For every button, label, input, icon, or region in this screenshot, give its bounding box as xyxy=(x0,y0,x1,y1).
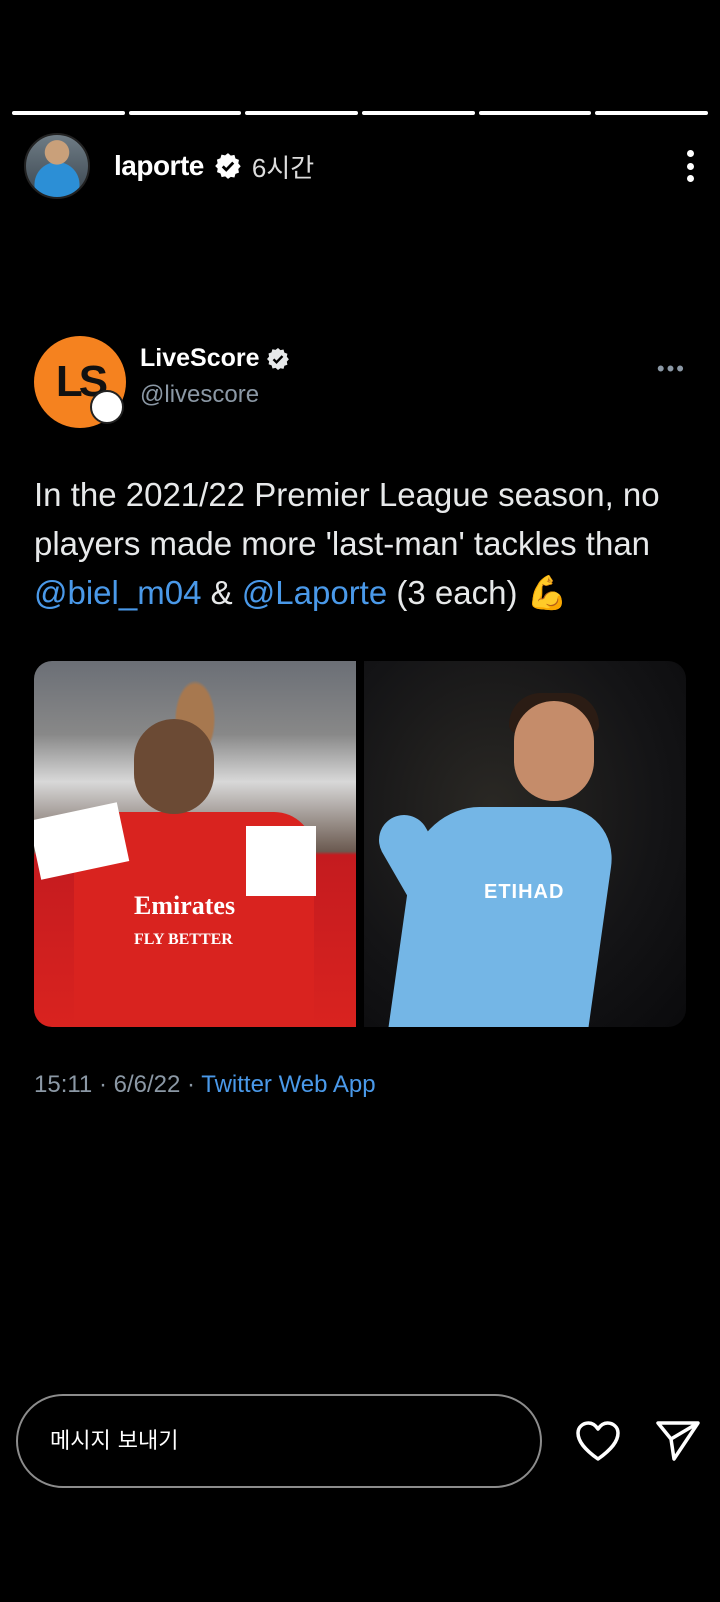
tweet-images: Emirates FLY BETTER ETIHAD xyxy=(34,661,686,1027)
football-icon xyxy=(90,390,124,424)
verified-badge-icon xyxy=(215,153,241,179)
tweet-author: LiveScore @livescore xyxy=(140,336,290,409)
progress-segment xyxy=(362,111,475,115)
tweet-card: LS LiveScore @livescore ••• In the 2021/… xyxy=(34,336,686,1099)
tweet-source: Twitter Web App xyxy=(201,1071,376,1098)
progress-segment xyxy=(595,111,709,115)
tweet-text: In the 2021/22 Premier League season, no… xyxy=(34,476,660,611)
city-player-photo: ETIHAD xyxy=(364,661,686,1027)
story-progress xyxy=(12,111,709,115)
username[interactable]: laporte xyxy=(114,150,204,182)
livescore-logo: LS xyxy=(34,336,126,428)
tweet-meta: 15:11 · 6/6/22 · Twitter Web App xyxy=(34,1071,686,1099)
tweet-timestamp: 15:11 · 6/6/22 · xyxy=(34,1071,202,1098)
story-header: laporte 6시간 xyxy=(24,133,700,199)
flexed-biceps-emoji: 💪 xyxy=(526,574,568,611)
progress-segment xyxy=(12,111,125,115)
heart-icon[interactable] xyxy=(572,1415,624,1467)
progress-segment xyxy=(245,111,359,115)
tweet-author-name: LiveScore xyxy=(140,344,260,372)
tweet-more-icon: ••• xyxy=(656,356,686,381)
tweet-header: LS LiveScore @livescore ••• xyxy=(34,336,686,428)
progress-segment xyxy=(478,111,592,115)
mention-link: @biel_m04 xyxy=(34,574,202,611)
story-footer xyxy=(16,1394,704,1488)
avatar[interactable] xyxy=(24,133,90,199)
tweet-author-handle: @livescore xyxy=(140,381,260,408)
send-icon[interactable] xyxy=(652,1415,704,1467)
post-time: 6시간 xyxy=(251,152,315,183)
message-input[interactable] xyxy=(16,1394,543,1488)
progress-segment xyxy=(128,111,242,115)
verified-badge-icon xyxy=(266,347,289,370)
more-options-icon[interactable] xyxy=(680,146,700,186)
arsenal-player-photo: Emirates FLY BETTER xyxy=(34,661,356,1027)
mention-link: @Laporte xyxy=(241,574,388,611)
